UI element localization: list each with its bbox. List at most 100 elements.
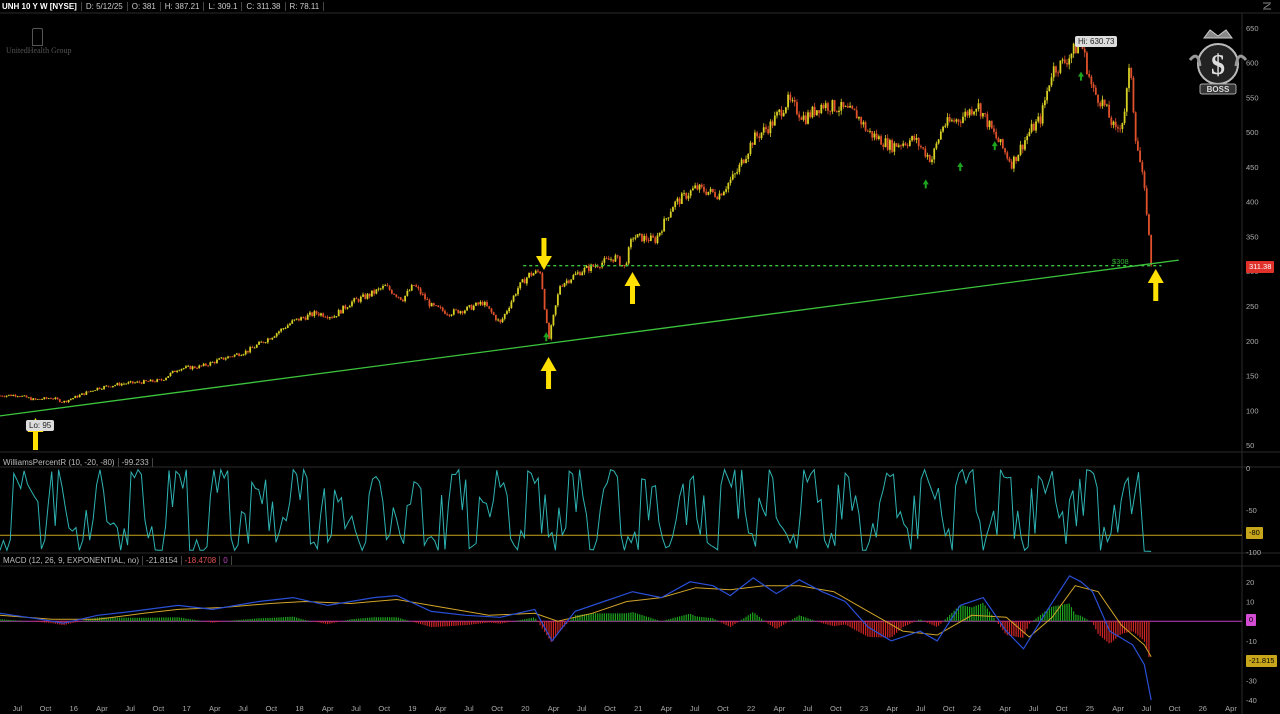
collapse-icon[interactable]	[1262, 1, 1272, 11]
price-candle	[158, 379, 161, 381]
price-candle	[202, 363, 205, 367]
svg-text:$: $	[1211, 50, 1225, 81]
price-candle	[592, 264, 595, 267]
time-axis-tick: Apr	[661, 704, 673, 713]
price-candle	[751, 142, 754, 145]
time-axis-tick: Oct	[265, 704, 278, 713]
price-candle	[56, 397, 59, 400]
price-candle	[587, 265, 590, 272]
price-candle	[240, 355, 243, 357]
price-candle	[235, 353, 238, 355]
williams-r-name[interactable]: WilliamsPercentR (10, -20, -80)	[0, 457, 119, 467]
price-candle	[134, 382, 136, 384]
price-candle	[249, 347, 252, 353]
price-candle	[1043, 100, 1046, 106]
time-axis-tick: 24	[973, 704, 981, 713]
price-candle	[222, 357, 225, 360]
price-candle	[162, 379, 165, 381]
price-candle	[189, 365, 192, 370]
price-candle	[333, 316, 336, 318]
time-axis-tick: Apr	[774, 704, 786, 713]
price-candle	[667, 217, 670, 219]
price-candle	[563, 283, 566, 287]
price-candle	[864, 122, 867, 131]
price-candle	[399, 297, 402, 300]
price-candle	[490, 308, 493, 313]
symbol-label[interactable]: UNH 10 Y W [NYSE]	[0, 1, 82, 11]
macd-name[interactable]: MACD (12, 26, 9, EXPONENTIAL, no)	[0, 555, 144, 565]
time-axis-tick: Apr	[886, 704, 898, 713]
price-candle	[169, 372, 172, 377]
price-candle	[523, 279, 526, 284]
price-axis-tick: 250	[1246, 302, 1259, 311]
price-candle	[291, 320, 294, 324]
price-candle	[224, 358, 227, 360]
price-candle	[895, 143, 898, 147]
price-candle	[280, 328, 283, 332]
price-candle	[931, 159, 933, 163]
price-candle	[780, 109, 783, 117]
price-candle	[508, 307, 511, 312]
price-candle	[767, 129, 770, 134]
price-candle	[379, 288, 382, 290]
price-axis-tick: 150	[1246, 372, 1259, 381]
williams-r-axis-tick: 0	[1246, 464, 1250, 473]
price-candle	[818, 110, 820, 114]
price-candle	[94, 390, 97, 392]
price-candle	[118, 383, 121, 386]
price-candle	[145, 380, 148, 382]
price-candle	[643, 235, 646, 242]
price-candle	[41, 399, 43, 400]
price-candle	[432, 303, 435, 306]
price-candle	[661, 231, 663, 233]
price-candle	[390, 289, 393, 294]
price-axis-tick: 500	[1246, 128, 1259, 137]
price-candle	[552, 314, 555, 326]
price-candle	[512, 295, 515, 302]
price-candle	[446, 313, 449, 315]
price-candle	[499, 319, 502, 323]
open-readout: O: 381	[128, 1, 161, 11]
price-candle	[455, 309, 457, 311]
price-candle	[32, 398, 35, 401]
price-candle	[525, 277, 528, 284]
price-candle	[959, 121, 962, 123]
price-candle	[419, 288, 422, 295]
price-candle	[1037, 116, 1040, 122]
price-candle	[151, 379, 154, 382]
price-candle	[714, 192, 716, 197]
time-axis-tick: Apr	[209, 704, 221, 713]
price-candle	[924, 148, 927, 157]
price-candle	[862, 122, 865, 125]
current-support-arrow-icon	[1147, 269, 1164, 301]
price-candle	[1059, 60, 1062, 73]
price-candle	[284, 327, 287, 329]
price-candle	[722, 191, 725, 196]
price-candle	[142, 380, 145, 384]
price-candle	[1006, 152, 1009, 159]
price-candle	[680, 193, 683, 204]
price-candle	[271, 337, 274, 340]
macd-axis-tick: 10	[1246, 598, 1254, 607]
price-axis-tick: 400	[1246, 198, 1259, 207]
price-candle	[74, 395, 77, 399]
boss-logo: $ BOSS	[1188, 29, 1248, 95]
price-candle	[727, 183, 730, 190]
price-candle	[995, 131, 998, 139]
price-candle	[738, 164, 741, 172]
time-axis-tick: 23	[860, 704, 868, 713]
price-candle	[822, 104, 825, 109]
price-candle	[36, 399, 39, 400]
price-candle	[1010, 161, 1013, 169]
price-candle	[920, 146, 922, 148]
macd-value-line	[0, 575, 1152, 701]
price-candle	[293, 319, 296, 321]
price-candle	[778, 109, 781, 113]
price-candle	[196, 367, 198, 369]
price-candle	[1015, 156, 1018, 162]
williams-r-value: -99.233	[119, 457, 153, 467]
price-candle	[556, 294, 559, 306]
price-candle	[966, 111, 969, 116]
price-candle	[1057, 72, 1060, 74]
price-candle	[72, 398, 74, 400]
